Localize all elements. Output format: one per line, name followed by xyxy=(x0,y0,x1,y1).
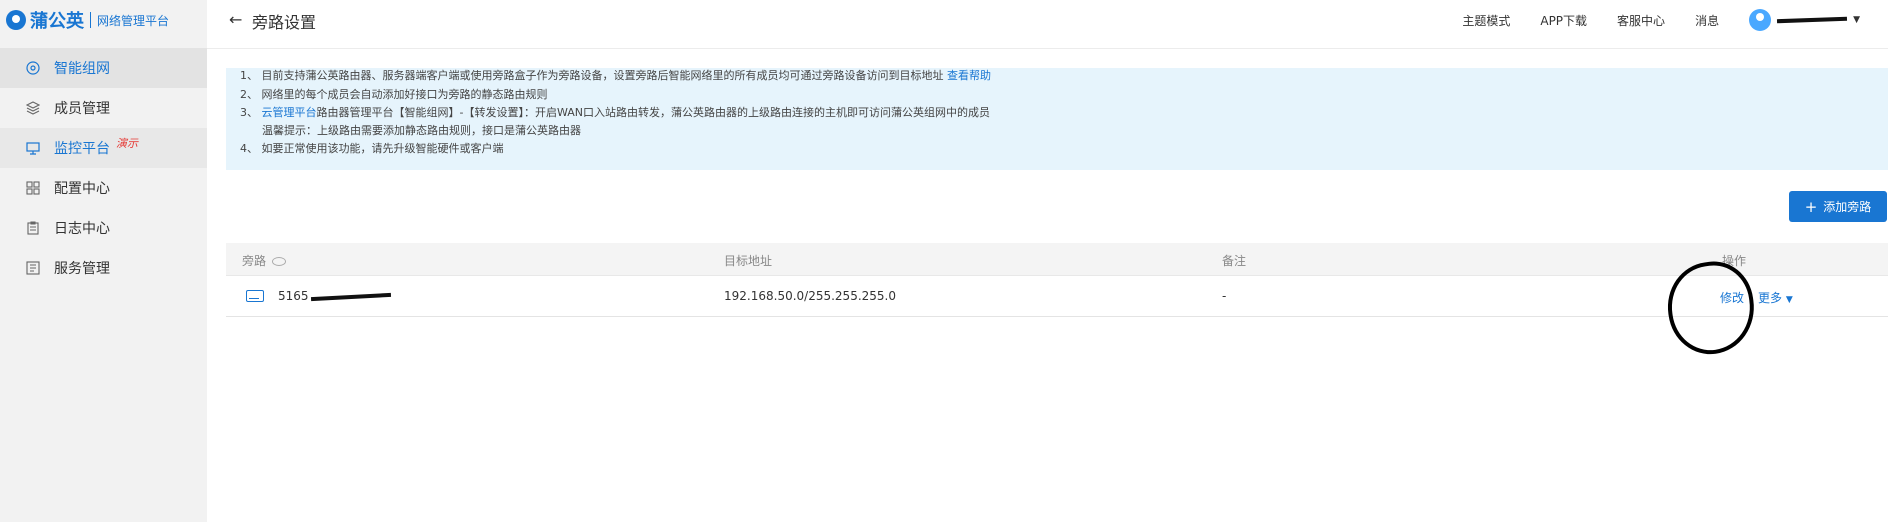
table-header: 旁路 目标地址 备注 操作 xyxy=(226,243,1888,276)
theme-mode-link[interactable]: 主题模式 xyxy=(1462,12,1510,29)
info-notice: 1、 目前支持蒲公英路由器、服务器端客户端或使用旁路盒子作为旁路设备，设置旁路后… xyxy=(226,68,1888,170)
brand-logo[interactable]: 蒲公英 网络管理平台 xyxy=(6,6,169,34)
cloud-platform-link[interactable]: 云管理平台 xyxy=(262,106,317,119)
add-bypass-label: 添加旁路 xyxy=(1823,200,1872,214)
notice-index: 3、 xyxy=(240,106,258,119)
monitor-icon xyxy=(26,142,40,155)
add-bypass-button[interactable]: + 添加旁路 xyxy=(1789,191,1887,222)
sidebar-item-label: 智能组网 xyxy=(54,61,110,77)
brand-subtitle: 网络管理平台 xyxy=(97,13,170,28)
target-address: 192.168.50.0/255.255.255.0 xyxy=(724,289,896,303)
brand-divider xyxy=(90,12,91,28)
notice-tip: 温馨提示：上级路由需要添加静态路由规则，接口是蒲公英路由器 xyxy=(262,124,581,137)
column-header-remark: 备注 xyxy=(1222,254,1247,268)
notice-text: 路由器管理平台【智能组网】-【转发设置】：开启WAN口入站路由转发，蒲公英路由器… xyxy=(316,106,991,119)
back-arrow-icon[interactable]: ← xyxy=(229,10,242,29)
network-icon xyxy=(26,61,40,75)
sidebar-item-members[interactable]: 成员管理 xyxy=(0,88,207,128)
list-icon xyxy=(26,261,40,275)
messages-link[interactable]: 消息 xyxy=(1695,12,1719,29)
notice-line-3: 3、 云管理平台路由器管理平台【智能组网】-【转发设置】：开启WAN口入站路由转… xyxy=(240,104,990,120)
sidebar-item-label: 成员管理 xyxy=(54,101,110,117)
column-header-bypass: 旁路 xyxy=(242,252,287,269)
avatar[interactable] xyxy=(1749,9,1772,31)
bypass-name: 5165 xyxy=(278,289,391,303)
chevron-down-icon: ▼ xyxy=(1785,295,1793,305)
notice-line-4: 4、 如要正常使用该功能，请先升级智能硬件或客户端 xyxy=(240,142,504,155)
demo-badge: 演示 xyxy=(116,137,138,150)
redaction-scribble xyxy=(310,292,391,301)
sidebar-nav: 智能组网 成员管理 监控平台 演示 配置中心 日志中心 服务管理 xyxy=(0,48,207,288)
sidebar-item-smart-network[interactable]: 智能组网 xyxy=(0,48,207,88)
plus-icon: + xyxy=(1804,197,1818,216)
page-title: 旁路设置 xyxy=(252,13,317,32)
grid-icon xyxy=(26,181,40,195)
notice-line-2: 2、 网络里的每个成员会自动添加好接口为旁路的静态路由规则 xyxy=(240,88,548,101)
bypass-table: 旁路 目标地址 备注 操作 5165 192.168.50.0/255.255.… xyxy=(226,243,1888,317)
table-row: 5165 192.168.50.0/255.255.255.0 - 修改 更多 … xyxy=(226,276,1888,317)
chevron-down-icon[interactable]: ▼ xyxy=(1853,15,1860,25)
help-link[interactable]: 查看帮助 xyxy=(947,69,991,82)
top-links: 主题模式 APP下载 客服中心 消息 ▼ xyxy=(1462,0,1888,40)
sidebar-item-config[interactable]: 配置中心 xyxy=(0,168,207,208)
notice-text: 1、 目前支持蒲公英路由器、服务器端客户端或使用旁路盒子作为旁路设备，设置旁路后… xyxy=(240,69,944,82)
sidebar-item-services[interactable]: 服务管理 xyxy=(0,248,207,288)
top-bar: ← 旁路设置 主题模式 APP下载 客服中心 消息 ▼ xyxy=(207,0,1888,49)
router-icon xyxy=(246,290,264,302)
sidebar: 蒲公英 网络管理平台 智能组网 成员管理 监控平台 演示 配置中心 日志中心 服… xyxy=(0,0,207,522)
sidebar-item-label: 配置中心 xyxy=(54,181,110,197)
more-dropdown[interactable]: 更多 ▼ xyxy=(1758,289,1793,306)
notice-line-1: 1、 目前支持蒲公英路由器、服务器端客户端或使用旁路盒子作为旁路设备，设置旁路后… xyxy=(240,67,991,83)
sidebar-item-label: 监控平台 xyxy=(54,141,110,157)
sidebar-item-label: 服务管理 xyxy=(54,261,110,277)
sidebar-item-monitor[interactable]: 监控平台 演示 xyxy=(0,128,207,168)
app-download-link[interactable]: APP下载 xyxy=(1540,12,1587,29)
redacted-username[interactable] xyxy=(1777,16,1848,24)
layers-icon xyxy=(26,101,40,115)
sidebar-item-label: 日志中心 xyxy=(54,221,110,237)
eye-icon[interactable] xyxy=(272,257,287,266)
clipboard-icon xyxy=(27,221,39,235)
sidebar-item-logs[interactable]: 日志中心 xyxy=(0,208,207,248)
remark: - xyxy=(1222,289,1227,303)
column-header-target: 目标地址 xyxy=(724,254,773,268)
customer-service-link[interactable]: 客服中心 xyxy=(1617,12,1665,29)
dandelion-logo-icon xyxy=(6,10,26,30)
brand-name: 蒲公英 xyxy=(30,11,84,32)
